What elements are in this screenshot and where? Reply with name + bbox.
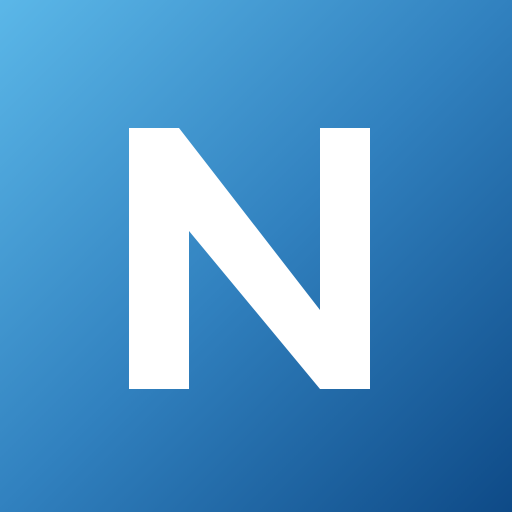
n-letter-logo-icon	[0, 0, 512, 512]
app-icon	[0, 0, 512, 512]
